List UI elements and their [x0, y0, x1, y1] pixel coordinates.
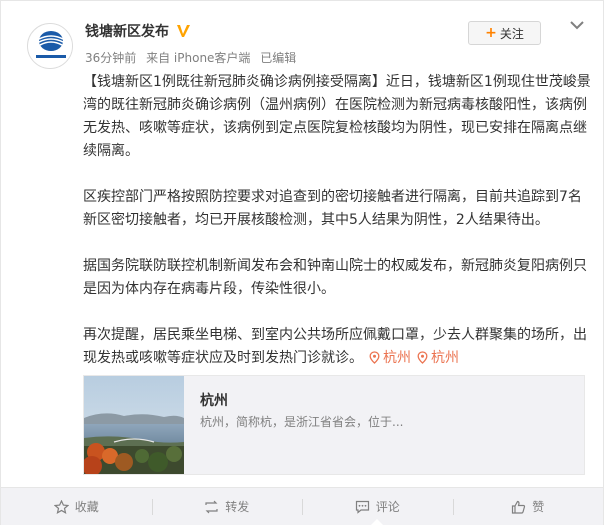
hangzhou-landscape-image — [84, 376, 184, 474]
location-link-label: 杭州 — [431, 350, 459, 366]
location-link[interactable]: 杭州 — [369, 350, 411, 366]
location-description: 杭州，简称杭，是浙江省省会，位于... — [200, 415, 404, 429]
like-label: 赞 — [532, 500, 545, 514]
action-bar: 收藏 转发 评论 赞 — [1, 487, 603, 525]
like-button[interactable]: 赞 — [452, 488, 604, 525]
location-pin-icon — [369, 351, 380, 364]
star-icon — [53, 499, 69, 514]
favorite-button[interactable]: 收藏 — [1, 488, 152, 525]
post-paragraph-text: 再次提醒，居民乘坐电梯、到室内公共场所应佩戴口罩，少去人群聚集的场所，出现发热或… — [83, 327, 587, 366]
post-source: 来自 iPhone客户端 — [146, 51, 251, 65]
post-paragraph: 再次提醒，居民乘坐电梯、到室内公共场所应佩戴口罩，少去人群聚集的场所，出现发热或… — [83, 324, 591, 370]
follow-button[interactable]: + 关注 — [468, 21, 541, 45]
thumbs-up-icon — [512, 500, 526, 514]
location-link-label: 杭州 — [383, 350, 411, 366]
location-card[interactable]: 杭州 杭州，简称杭，是浙江省省会，位于... — [83, 375, 585, 475]
edited-flag[interactable]: 已编辑 — [260, 51, 296, 65]
favorite-label: 收藏 — [74, 500, 99, 514]
post-time[interactable]: 36分钟前 — [85, 51, 136, 65]
post-paragraph: 【钱塘新区1例既往新冠肺炎确诊病例接受隔离】近日，钱塘新区1例现住世茂峻景湾的既… — [83, 74, 591, 159]
author-line: 钱塘新区发布 — [85, 21, 192, 41]
location-pin-icon — [417, 351, 428, 364]
post-content: 【钱塘新区1例既往新冠肺炎确诊病例接受隔离】近日，钱塘新区1例现住世茂峻景湾的既… — [83, 71, 591, 370]
location-thumbnail — [84, 376, 184, 474]
chevron-down-icon[interactable] — [569, 19, 585, 31]
weibo-post-card: 钱塘新区发布 36分钟前 来自 iPhone客户端 已编辑 + 关注 【钱塘新区… — [0, 0, 604, 525]
follow-label: 关注 — [499, 26, 524, 41]
verified-v-icon[interactable] — [175, 23, 192, 40]
location-title: 杭州 — [200, 393, 228, 409]
comment-label: 评论 — [375, 500, 400, 514]
repost-label: 转发 — [225, 500, 250, 514]
post-paragraph: 据国务院联防联控机制新闻发布会和钟南山院士的权威发布，新冠肺炎复阳病例只是因为体… — [83, 258, 587, 297]
avatar-logo-icon — [28, 24, 72, 68]
location-link[interactable]: 杭州 — [417, 350, 459, 366]
comment-icon — [355, 500, 369, 514]
comment-button[interactable]: 评论 — [302, 488, 453, 525]
plus-icon: + — [485, 25, 497, 41]
repost-button[interactable]: 转发 — [151, 488, 303, 525]
post-paragraph: 区疾控部门严格按照防控要求对追查到的密切接触者进行隔离，目前共追踪到7名新区密切… — [83, 189, 582, 228]
repost-icon — [205, 500, 218, 513]
avatar[interactable] — [27, 23, 73, 69]
post-meta: 36分钟前 来自 iPhone客户端 已编辑 — [85, 49, 302, 66]
author-name[interactable]: 钱塘新区发布 — [85, 21, 169, 41]
